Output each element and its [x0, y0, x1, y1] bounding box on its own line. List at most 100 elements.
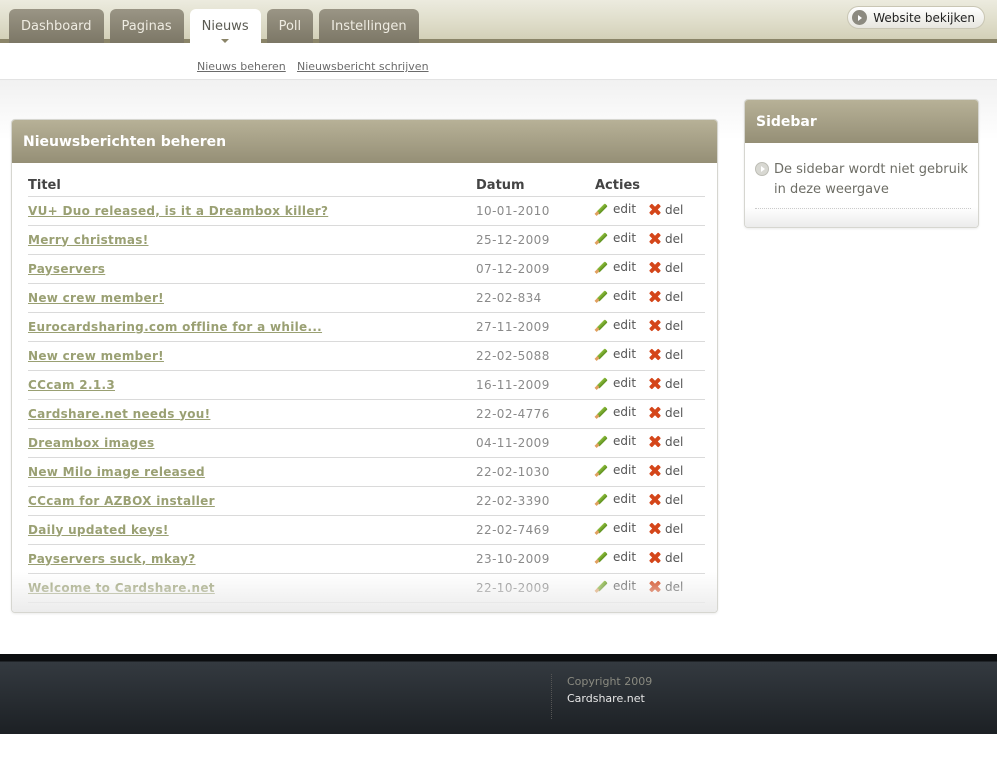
news-date: 22-02-834: [476, 283, 595, 313]
delete-button[interactable]: del: [648, 551, 683, 565]
del-label: del: [665, 347, 684, 362]
news-date: 22-02-5088: [476, 341, 595, 371]
edit-button[interactable]: edit: [595, 376, 636, 390]
news-title-link[interactable]: Cardshare.net needs you!: [28, 407, 210, 421]
edit-button[interactable]: edit: [595, 463, 636, 477]
news-date: 22-02-7469: [476, 515, 595, 545]
footer-copyright: Copyright 2009: [567, 675, 653, 688]
tab-paginas[interactable]: Paginas: [109, 9, 184, 43]
news-date: 16-11-2009: [476, 370, 595, 400]
edit-button[interactable]: edit: [595, 434, 636, 448]
column-header-acties: Acties: [595, 173, 705, 197]
news-title-link[interactable]: Welcome to Cardshare.net: [28, 581, 215, 595]
news-title-cell: CCcam for AZBOX installer: [28, 486, 476, 516]
news-date: 23-10-2009: [476, 544, 595, 574]
tab-poll[interactable]: Poll: [266, 9, 314, 43]
pencil-icon: [595, 463, 609, 477]
edit-button[interactable]: edit: [595, 289, 636, 303]
news-title-link[interactable]: VU+ Duo released, is it a Dreambox kille…: [28, 204, 328, 218]
news-title-link[interactable]: Eurocardsharing.com offline for a while.…: [28, 320, 322, 334]
news-title-link[interactable]: Merry christmas!: [28, 233, 149, 247]
table-row: VU+ Duo released, is it a Dreambox kille…: [28, 196, 705, 226]
delete-x-icon: [648, 406, 661, 419]
delete-button[interactable]: del: [648, 464, 683, 478]
edit-button[interactable]: edit: [595, 318, 636, 332]
delete-button[interactable]: del: [648, 435, 683, 449]
news-title-link[interactable]: Dreambox images: [28, 436, 154, 450]
news-title-cell: CCcam 2.1.3: [28, 370, 476, 400]
edit-label: edit: [613, 492, 637, 506]
news-title-link[interactable]: Payservers: [28, 262, 105, 276]
actions-cell: edit del: [595, 573, 705, 603]
pencil-icon: [595, 521, 609, 535]
news-panel: Nieuwsberichten beheren Titel Datum Acti…: [11, 119, 718, 613]
table-row: Welcome to Cardshare.net 22-10-2009 edit de…: [28, 573, 705, 603]
table-row: Merry christmas! 25-12-2009 edit del: [28, 225, 705, 255]
edit-label: edit: [613, 463, 637, 477]
news-title-link[interactable]: New crew member!: [28, 349, 164, 363]
news-title-link[interactable]: New Milo image released: [28, 465, 205, 479]
del-label: del: [665, 463, 684, 478]
edit-button[interactable]: edit: [595, 492, 636, 506]
news-table-body: VU+ Duo released, is it a Dreambox kille…: [28, 196, 705, 603]
pencil-icon: [595, 492, 609, 506]
view-website-label: Website bekijken: [873, 10, 975, 25]
subnav-nieuwsbericht-schrijven[interactable]: Nieuwsbericht schrijven: [297, 60, 429, 73]
news-title-cell: Merry christmas!: [28, 225, 476, 255]
edit-button[interactable]: edit: [595, 550, 636, 564]
news-title-link[interactable]: New crew member!: [28, 291, 164, 305]
edit-button[interactable]: edit: [595, 260, 636, 274]
edit-label: edit: [613, 202, 637, 216]
delete-button[interactable]: del: [648, 232, 683, 246]
footer-divider: [551, 674, 552, 719]
edit-button[interactable]: edit: [595, 347, 636, 361]
news-title-cell: New crew member!: [28, 283, 476, 313]
edit-button[interactable]: edit: [595, 202, 636, 216]
delete-button[interactable]: del: [648, 493, 683, 507]
delete-button[interactable]: del: [648, 319, 683, 333]
delete-button[interactable]: del: [648, 348, 683, 362]
delete-button[interactable]: del: [648, 261, 683, 275]
table-header-row: Titel Datum Acties: [28, 173, 705, 197]
delete-button[interactable]: del: [648, 406, 683, 420]
tab-dashboard[interactable]: Dashboard: [9, 9, 104, 43]
edit-button[interactable]: edit: [595, 579, 636, 593]
table-row: Cardshare.net needs you! 22-02-4776 edit de…: [28, 399, 705, 429]
news-title-cell: Welcome to Cardshare.net: [28, 573, 476, 603]
del-label: del: [665, 376, 684, 391]
news-title-link[interactable]: CCcam for AZBOX installer: [28, 494, 215, 508]
delete-button[interactable]: del: [648, 580, 683, 594]
active-caret-icon: [221, 39, 230, 43]
top-navigation-bar: Dashboard Paginas Nieuws Poll Instelling…: [0, 0, 997, 44]
delete-button[interactable]: del: [648, 290, 683, 304]
subnav-nieuws-beheren[interactable]: Nieuws beheren: [197, 60, 286, 73]
news-date: 22-02-1030: [476, 457, 595, 487]
news-title-link[interactable]: Payservers suck, mkay?: [28, 552, 196, 566]
tab-instellingen[interactable]: Instellingen: [319, 9, 419, 43]
view-website-button[interactable]: Website bekijken: [847, 6, 985, 29]
edit-button[interactable]: edit: [595, 231, 636, 245]
news-date: 25-12-2009: [476, 225, 595, 255]
delete-button[interactable]: del: [648, 522, 683, 536]
edit-label: edit: [613, 405, 637, 419]
news-title-link[interactable]: Daily updated keys!: [28, 523, 169, 537]
edit-button[interactable]: edit: [595, 405, 636, 419]
news-title-cell: VU+ Duo released, is it a Dreambox kille…: [28, 196, 476, 226]
table-row: Daily updated keys! 22-02-7469 edit del: [28, 515, 705, 545]
edit-label: edit: [613, 550, 637, 564]
actions-cell: edit del: [595, 254, 705, 284]
delete-button[interactable]: del: [648, 203, 683, 217]
news-title-cell: Cardshare.net needs you!: [28, 399, 476, 429]
news-title-link[interactable]: CCcam 2.1.3: [28, 378, 115, 392]
edit-label: edit: [613, 376, 637, 390]
edit-button[interactable]: edit: [595, 521, 636, 535]
table-row: New crew member! 22-02-5088 edit del: [28, 341, 705, 371]
main-tabs: Dashboard Paginas Nieuws Poll Instelling…: [9, 9, 419, 44]
table-row: Eurocardsharing.com offline for a while.…: [28, 312, 705, 342]
page-footer: Copyright 2009 Cardshare.net: [0, 654, 997, 734]
tab-nieuws[interactable]: Nieuws: [189, 9, 261, 44]
news-title-cell: Payservers suck, mkay?: [28, 544, 476, 574]
news-title-cell: Dreambox images: [28, 428, 476, 458]
pencil-icon: [595, 260, 609, 274]
delete-button[interactable]: del: [648, 377, 683, 391]
